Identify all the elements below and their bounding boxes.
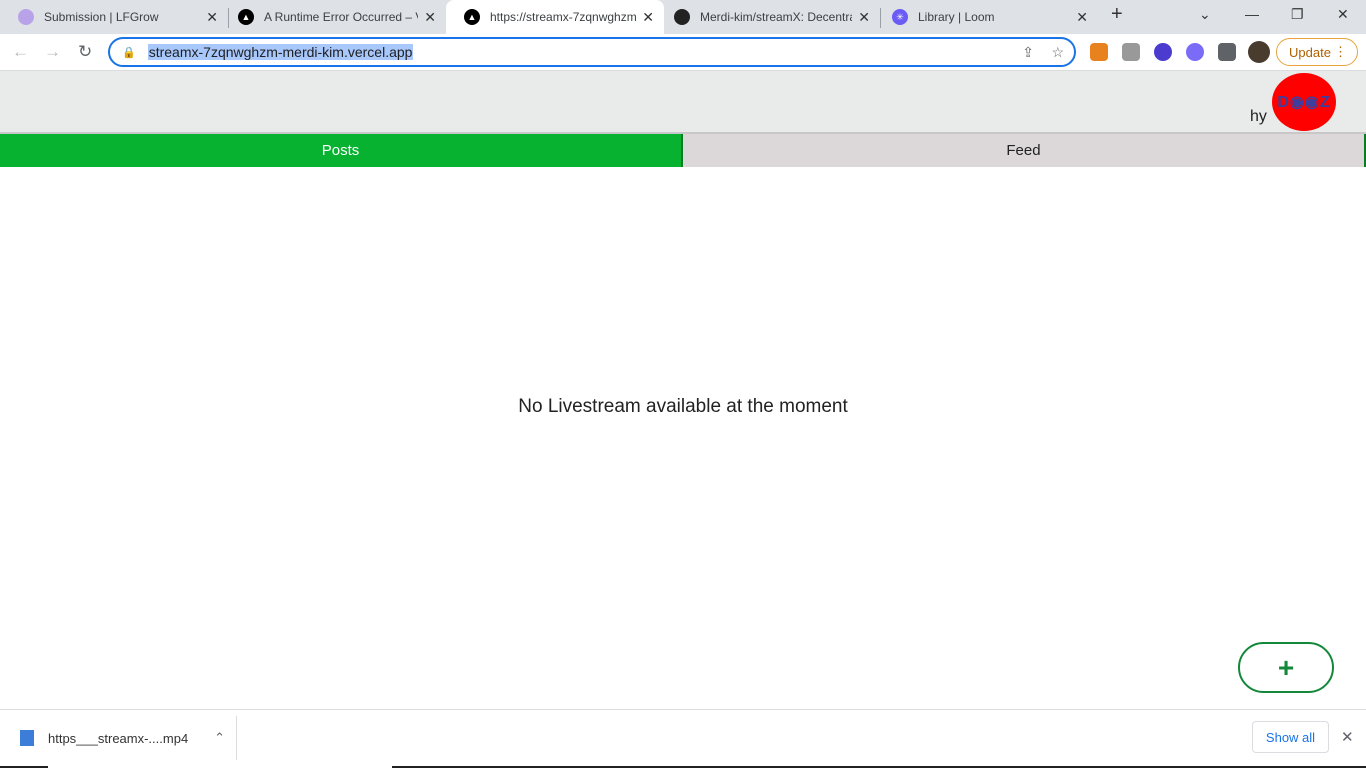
- address-bar[interactable]: 🔒 streamx-7zqnwghzm-merdi-kim.vercel.app…: [108, 37, 1076, 67]
- loom-icon: ✳: [892, 9, 908, 25]
- restore-icon[interactable]: ❐: [1291, 6, 1304, 23]
- plus-icon: +: [1277, 651, 1295, 683]
- tab-title: https://streamx-7zqnwghzm-: [490, 10, 637, 24]
- browser-tab[interactable]: Submission | LFGrow ✕: [0, 0, 228, 34]
- forward-icon[interactable]: →: [44, 42, 61, 62]
- browser-tab-active[interactable]: ▲ https://streamx-7zqnwghzm- ✕: [446, 0, 664, 34]
- bookmark-star-icon[interactable]: ☆: [1051, 44, 1064, 61]
- avatar-logo: D◉◉Z: [1277, 94, 1331, 111]
- browser-tab[interactable]: Merdi-kim/streamX: Decentra ✕: [656, 0, 880, 34]
- download-item[interactable]: https___streamx-....mp4 ⌃: [20, 730, 225, 746]
- browser-tab-strip: Submission | LFGrow ✕ ▲ A Runtime Error Oc…: [0, 0, 1366, 34]
- video-file-icon: [20, 730, 34, 746]
- lock-icon: 🔒: [122, 46, 136, 59]
- puzzle-icon[interactable]: [1218, 43, 1236, 61]
- back-icon[interactable]: ←: [12, 42, 29, 62]
- vercel-icon: ▲: [464, 9, 480, 25]
- tab-title: Submission | LFGrow: [44, 10, 159, 24]
- menu-icon[interactable]: ⋮: [1334, 44, 1347, 60]
- browser-toolbar: ← → ↻ 🔒 streamx-7zqnwghzm-merdi-kim.verc…: [0, 34, 1366, 71]
- app-header: hy D◉◉Z: [0, 71, 1366, 134]
- url-text[interactable]: streamx-7zqnwghzm-merdi-kim.vercel.app: [147, 44, 414, 60]
- browser-tab[interactable]: ✳ Library | Loom ✕: [874, 0, 1098, 34]
- tab-title: Merdi-kim/streamX: Decentra: [700, 10, 853, 24]
- divider: [236, 716, 237, 760]
- download-filename: https___streamx-....mp4: [48, 730, 189, 746]
- reload-icon[interactable]: ↻: [78, 42, 92, 62]
- close-window-icon[interactable]: ✕: [1337, 6, 1349, 23]
- github-icon: [674, 9, 690, 25]
- profile-avatar[interactable]: [1248, 41, 1270, 63]
- close-tab-icon[interactable]: ✕: [206, 9, 218, 26]
- update-button[interactable]: Update ⋮: [1276, 38, 1358, 66]
- vercel-icon: ▲: [238, 9, 254, 25]
- close-tab-icon[interactable]: ✕: [642, 9, 654, 26]
- chevron-up-icon[interactable]: ⌃: [214, 730, 225, 746]
- avatar[interactable]: D◉◉Z: [1272, 73, 1336, 131]
- minimize-icon[interactable]: —: [1245, 6, 1259, 22]
- close-tab-icon[interactable]: ✕: [1076, 9, 1088, 26]
- tab-posts[interactable]: Posts: [0, 134, 683, 167]
- metamask-icon[interactable]: [1090, 43, 1108, 61]
- close-icon[interactable]: ✕: [1341, 728, 1354, 746]
- tab-title: Library | Loom: [918, 10, 995, 24]
- empty-state-message: No Livestream available at the moment: [518, 396, 848, 417]
- add-stream-button[interactable]: +: [1238, 642, 1334, 693]
- greeting: hy: [1250, 108, 1267, 125]
- close-tab-icon[interactable]: ✕: [858, 9, 870, 26]
- loom-extension-icon[interactable]: [1186, 43, 1204, 61]
- new-tab-icon[interactable]: +: [1111, 3, 1123, 26]
- lfgrow-icon: [18, 9, 34, 25]
- extension-icon[interactable]: [1154, 43, 1172, 61]
- camera-icon[interactable]: [1122, 43, 1140, 61]
- app-tabs: Posts Feed: [0, 134, 1366, 167]
- tab-title: A Runtime Error Occurred – V: [264, 10, 419, 24]
- update-label: Update: [1289, 44, 1331, 60]
- close-tab-icon[interactable]: ✕: [424, 9, 436, 26]
- share-icon[interactable]: ⇪: [1022, 44, 1034, 61]
- show-all-button[interactable]: Show all: [1252, 721, 1329, 753]
- browser-tab[interactable]: ▲ A Runtime Error Occurred – V ✕: [220, 0, 446, 34]
- tab-feed[interactable]: Feed: [683, 134, 1366, 167]
- tab-search-icon[interactable]: ⌄: [1199, 6, 1211, 23]
- download-bar: https___streamx-....mp4 ⌃ Show all ✕: [0, 709, 1366, 768]
